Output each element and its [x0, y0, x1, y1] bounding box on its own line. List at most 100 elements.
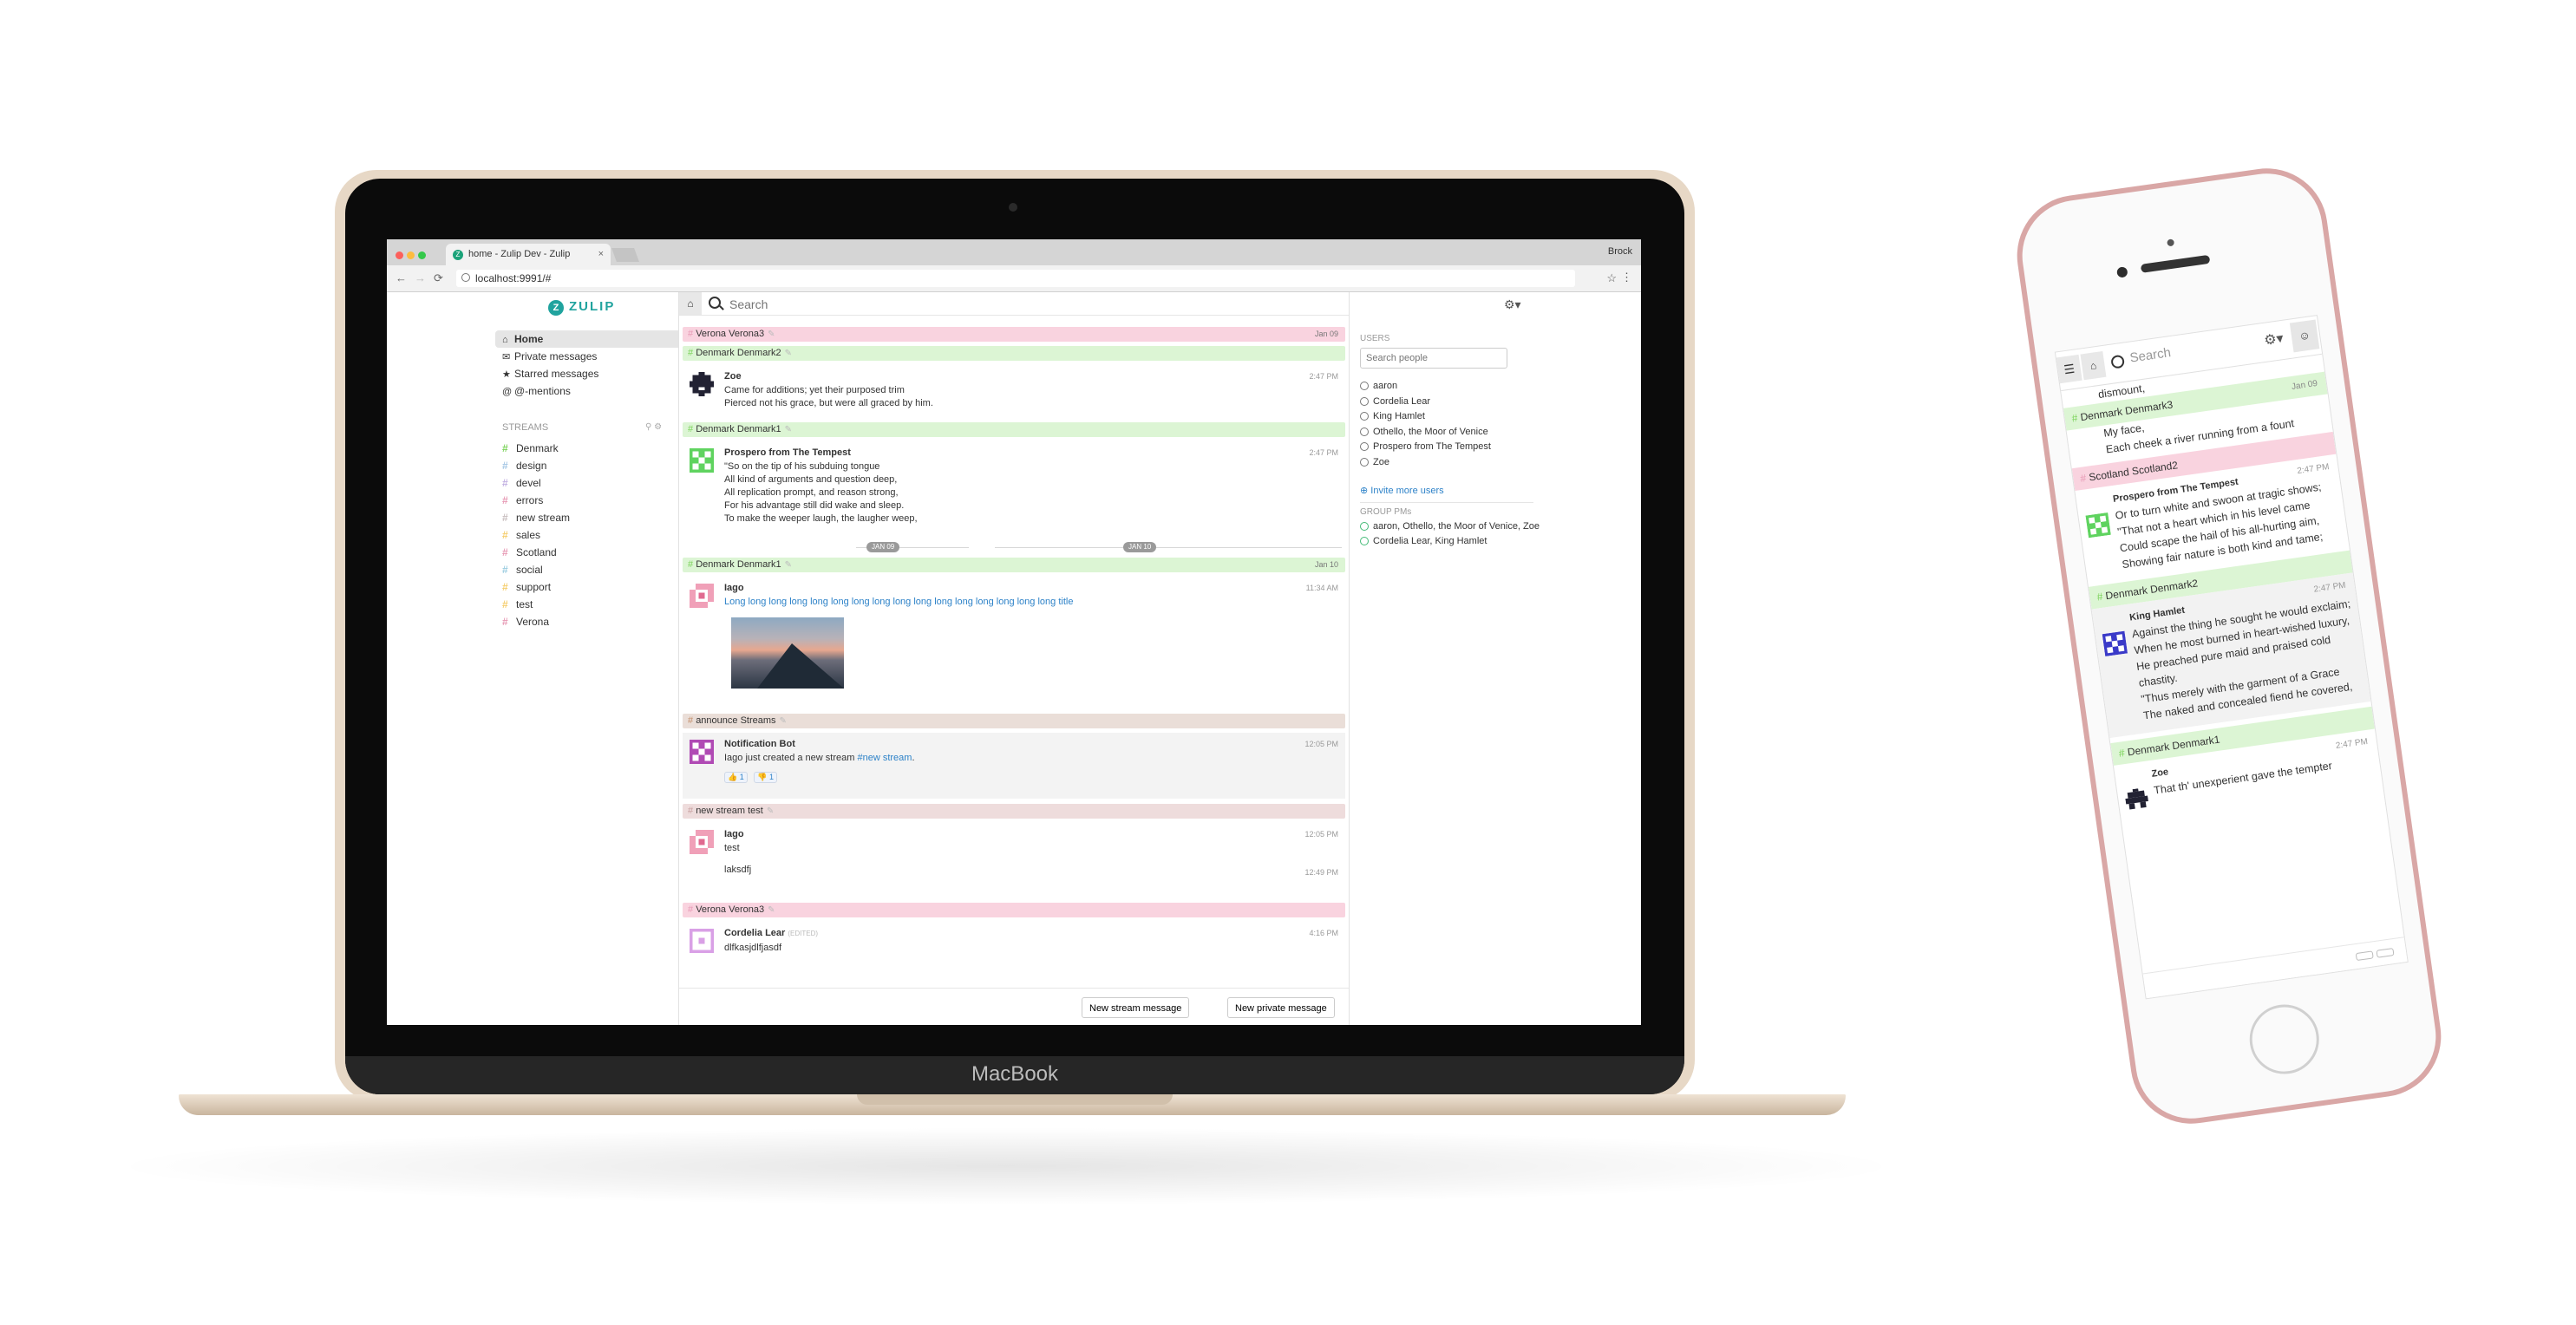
stream-name[interactable]: new stream — [696, 806, 745, 816]
avatar[interactable] — [690, 448, 714, 473]
edit-topic-icon[interactable]: ✎ — [785, 560, 792, 570]
topic-name[interactable]: test — [748, 806, 763, 816]
avatar[interactable] — [690, 929, 714, 953]
stream-item[interactable]: # errors — [502, 492, 667, 509]
home-button[interactable]: ⌂ — [679, 292, 702, 315]
user-item[interactable]: aaron — [1360, 379, 1542, 395]
minimize-window-icon[interactable] — [407, 251, 415, 259]
edit-topic-icon[interactable]: ✎ — [780, 716, 787, 726]
stream-item[interactable]: # Verona — [502, 613, 667, 630]
compose-stream-button[interactable] — [2355, 950, 2374, 962]
group-pm-item[interactable]: Cordelia Lear, King Hamlet — [1360, 534, 1542, 549]
user-item[interactable]: Othello, the Moor of Venice — [1360, 425, 1542, 441]
home-icon[interactable]: ⌂ — [2080, 350, 2107, 381]
address-bar[interactable]: localhost:9991/# — [456, 270, 1575, 287]
user-item[interactable]: King Hamlet — [1360, 409, 1542, 425]
reload-icon[interactable]: ⟳ — [434, 271, 443, 285]
browser-profile[interactable]: Brock — [1608, 246, 1632, 257]
zulip-logo[interactable]: Z ZULIP — [548, 299, 615, 316]
recipient-header[interactable]: # Denmark Denmark2 ✎ — [683, 346, 1345, 361]
stream-name[interactable]: Denmark — [2105, 584, 2148, 603]
user-item[interactable]: Prospero from The Tempest — [1360, 440, 1542, 455]
topic-name[interactable]: Streams — [741, 715, 776, 726]
avatar[interactable] — [690, 584, 714, 608]
stream-item[interactable]: # new stream — [502, 509, 667, 526]
message-sender[interactable]: Iago — [724, 580, 1345, 596]
message-row[interactable]: 11:34 AM Iago Long long long long long l… — [683, 577, 1345, 707]
search-icon[interactable] — [709, 297, 721, 309]
message-row[interactable]: 4:16 PM Cordelia Lear (EDITED) dlfkasjdl… — [683, 922, 1345, 974]
group-pm-item[interactable]: aaron, Othello, the Moor of Venice, Zoe — [1360, 519, 1542, 534]
recipient-header[interactable]: # new stream test ✎ — [683, 804, 1345, 819]
user-item[interactable]: Cordelia Lear — [1360, 395, 1542, 410]
topic-name[interactable]: Denmark2 — [737, 348, 781, 358]
hamburger-icon[interactable]: ☰ — [2056, 354, 2082, 384]
message-time[interactable]: 4:16 PM — [1309, 929, 1338, 937]
back-icon[interactable]: ← — [396, 271, 407, 284]
recipient-header[interactable]: # Denmark Denmark1 ✎ — [683, 422, 1345, 437]
stream-name[interactable]: Verona — [696, 904, 726, 915]
message-row[interactable]: 12:05 PM 12:49 PM Iago test laksdfj — [683, 823, 1345, 899]
search-people-input[interactable] — [1360, 348, 1507, 369]
stream-item[interactable]: # test — [502, 596, 667, 613]
stream-name[interactable]: Denmark — [2127, 741, 2170, 759]
avatar[interactable] — [2102, 630, 2128, 656]
message-sender[interactable]: Notification Bot — [724, 736, 1345, 752]
message-sender[interactable]: Zoe — [724, 369, 1345, 384]
site-info-icon[interactable] — [461, 273, 470, 282]
message-time[interactable]: 12:05 PM — [1304, 830, 1338, 839]
close-tab-icon[interactable]: × — [598, 244, 604, 265]
invite-users-link[interactable]: ⊕ Invite more users — [1360, 485, 1444, 496]
image-preview[interactable] — [731, 617, 844, 689]
search-input[interactable] — [728, 294, 1338, 315]
topic-name[interactable]: Scotland2 — [2131, 459, 2179, 477]
avatar[interactable] — [2124, 787, 2149, 813]
people-icon[interactable]: ☺ — [2289, 319, 2320, 353]
message-time[interactable]: 2:47 PM — [1309, 372, 1338, 381]
stream-search-icon[interactable]: ⚲ — [645, 422, 651, 432]
phone-search-input[interactable]: Search — [2129, 333, 2260, 365]
nav-mentions[interactable]: @ @-mentions — [495, 382, 678, 400]
maximize-window-icon[interactable] — [418, 251, 426, 259]
message-time[interactable]: 12:49 PM — [1304, 868, 1338, 877]
stream-item[interactable]: # Scotland — [502, 544, 667, 561]
recipient-header[interactable]: # Verona Verona3 ✎ Jan 09 — [683, 327, 1345, 342]
message-time[interactable]: 12:05 PM — [1304, 740, 1338, 748]
stream-item[interactable]: # sales — [502, 526, 667, 544]
compose-private-button[interactable] — [2376, 948, 2395, 958]
topic-name[interactable]: Denmark3 — [2124, 398, 2174, 417]
stream-link[interactable]: #new stream — [857, 753, 912, 763]
reaction-thumbs-up[interactable]: 👍 1 — [724, 772, 748, 783]
message-time[interactable]: 11:34 AM — [1306, 584, 1338, 592]
topic-name[interactable]: Denmark2 — [2149, 577, 2199, 596]
avatar[interactable] — [690, 740, 714, 764]
reaction-thumbs-down[interactable]: 👎 1 — [754, 772, 777, 783]
avatar[interactable] — [690, 830, 714, 854]
recipient-header[interactable]: # announce Streams ✎ — [683, 714, 1345, 728]
edit-topic-icon[interactable]: ✎ — [768, 905, 775, 915]
stream-settings-icon[interactable]: ⚙ — [654, 422, 662, 432]
search-icon[interactable] — [2110, 354, 2126, 369]
edit-topic-icon[interactable]: ✎ — [785, 425, 792, 434]
message-row[interactable]: 12:05 PM Notification Bot Iago just crea… — [683, 733, 1345, 799]
edit-topic-icon[interactable]: ✎ — [785, 349, 792, 358]
browser-menu-icon[interactable]: ⋮ — [1621, 271, 1632, 284]
nav-home[interactable]: ⌂ Home — [495, 330, 678, 348]
streams-header[interactable]: STREAMS — [502, 422, 548, 433]
bookmark-star-icon[interactable]: ☆ — [1606, 271, 1617, 285]
edit-topic-icon[interactable]: ✎ — [768, 330, 775, 339]
message-row[interactable]: 2:47 PM Prospero from The Tempest "So on… — [683, 441, 1345, 538]
recipient-header[interactable]: # Denmark Denmark1 ✎ Jan 10 — [683, 558, 1345, 572]
forward-icon[interactable]: → — [415, 271, 426, 284]
message-sender[interactable]: Prospero from The Tempest — [724, 445, 1345, 460]
stream-item[interactable]: # devel — [502, 474, 667, 492]
topic-name[interactable]: Verona3 — [729, 904, 764, 915]
message-sender[interactable]: Iago — [724, 826, 1345, 842]
topic-name[interactable]: Denmark1 — [737, 424, 781, 434]
browser-tab[interactable]: Zhome - Zulip Dev - Zulip × — [446, 244, 611, 265]
stream-item[interactable]: # social — [502, 561, 667, 578]
stream-item[interactable]: # support — [502, 578, 667, 596]
settings-gear-icon[interactable]: ⚙▾ — [2263, 330, 2285, 349]
message-row[interactable]: 2:47 PM Zoe Came for additions; yet thei… — [683, 365, 1345, 422]
settings-gear-icon[interactable]: ⚙▾ — [1504, 297, 1521, 312]
